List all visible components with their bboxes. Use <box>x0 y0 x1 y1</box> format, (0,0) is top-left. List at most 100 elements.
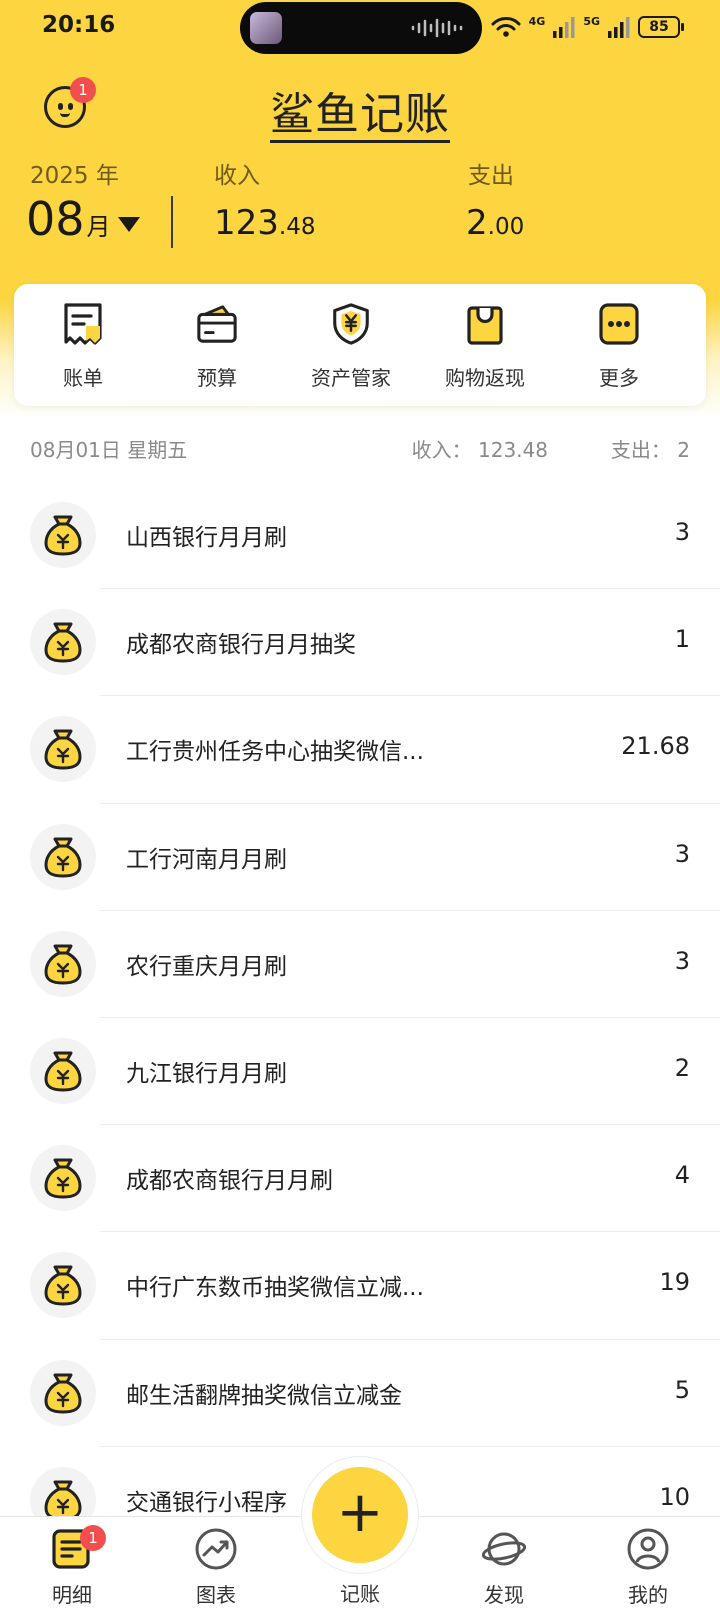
transaction-amount: 2 <box>674 1053 690 1082</box>
audio-wave-icon <box>411 18 463 38</box>
transaction-amount: 3 <box>674 518 690 546</box>
income-int: 123 <box>214 203 279 243</box>
planet-icon <box>482 1532 526 1566</box>
money-bag-icon <box>44 1373 82 1413</box>
transaction-row[interactable]: 工行河南月月刷 3 <box>0 804 720 911</box>
money-bag-icon <box>44 515 82 556</box>
tab-label: 发现 <box>484 1583 524 1607</box>
transaction-name: 邮生活翻牌抽奖微信立减金 <box>126 1382 402 1409</box>
add-record-label: 记账 <box>340 1582 380 1606</box>
tab-discover[interactable]: 发现 <box>432 1517 576 1612</box>
transaction-name: 工行贵州任务中心抽奖微信... <box>126 739 424 766</box>
transaction-amount: 5 <box>674 1375 690 1404</box>
shortcut-card: 账单 预算 资产管家 购物返现 更多 <box>14 284 706 406</box>
category-icon-wrap <box>30 1145 96 1212</box>
money-bag-icon <box>44 837 82 878</box>
shortcut-bill[interactable]: 账单 <box>14 284 152 406</box>
shortcut-budget[interactable]: 预算 <box>148 284 286 406</box>
income-total: 123.48 <box>214 203 315 243</box>
wifi-icon <box>491 17 521 37</box>
dynamic-island[interactable] <box>240 2 482 54</box>
money-bag-icon <box>44 944 82 985</box>
transaction-row[interactable]: 成都农商银行月月抽奖 1 <box>0 589 720 697</box>
transaction-amount: 3 <box>674 839 690 868</box>
month-value: 08 <box>26 192 85 246</box>
expense-dec: .00 <box>487 214 525 240</box>
transaction-name: 中行广东数币抽奖微信立减... <box>126 1275 424 1302</box>
shortcut-label: 更多 <box>599 366 639 390</box>
shortcut-assets[interactable]: 资产管家 <box>282 284 420 406</box>
transaction-amount: 10 <box>659 1482 690 1511</box>
category-icon-wrap <box>30 1252 96 1319</box>
user-profile-icon <box>627 1528 669 1570</box>
category-icon-wrap <box>30 1037 96 1104</box>
tab-detail[interactable]: 明细 <box>0 1517 144 1612</box>
month-selector[interactable]: 08月 <box>26 192 111 246</box>
month-unit: 月 <box>86 213 111 241</box>
transaction-row[interactable]: 邮生活翻牌抽奖微信立减金 5 <box>0 1340 720 1447</box>
money-bag-icon <box>44 1051 82 1092</box>
income-dec: .48 <box>278 214 316 240</box>
day-income: 收入： 123.48 <box>411 438 548 462</box>
money-bag-icon <box>44 729 82 770</box>
plus-icon: + <box>336 1480 384 1545</box>
tab-label: 我的 <box>628 1583 668 1607</box>
transaction-row[interactable]: 工行贵州任务中心抽奖微信... 21.68 <box>0 696 720 804</box>
transaction-name: 交通银行小程序 <box>126 1489 287 1516</box>
tab-label: 图表 <box>196 1583 236 1607</box>
app-title-text: 鲨鱼记账 <box>270 89 450 143</box>
status-bar: 20:16 4G 5G 85 <box>0 0 720 56</box>
network-5g-label: 5G <box>583 14 600 28</box>
transaction-amount: 21.68 <box>621 732 690 761</box>
money-bag-icon <box>44 1265 82 1306</box>
expense-total: 2.00 <box>466 203 524 243</box>
shortcut-cashback[interactable]: 购物返现 <box>416 284 554 406</box>
transaction-name: 成都农商银行月月刷 <box>126 1168 333 1195</box>
shopping-bag-icon <box>467 306 503 345</box>
day-date: 08月01日 星期五 <box>30 438 188 462</box>
transaction-name: 工行河南月月刷 <box>126 846 287 873</box>
transaction-row[interactable]: 农行重庆月月刷 3 <box>0 911 720 1018</box>
transaction-name: 山西银行月月刷 <box>126 525 287 551</box>
tab-label: 明细 <box>52 1583 92 1607</box>
status-indicators: 4G 5G 85 <box>491 12 684 42</box>
yuan-shield-icon <box>333 303 369 345</box>
transaction-row[interactable]: 山西银行月月刷 3 <box>0 482 720 590</box>
year-label[interactable]: 2025 年 <box>30 156 119 190</box>
category-icon-wrap <box>30 609 96 676</box>
shortcut-label: 资产管家 <box>311 366 391 390</box>
shortcut-label: 购物返现 <box>445 366 525 390</box>
battery-icon: 85 <box>638 16 684 38</box>
more-dots-icon <box>599 303 639 345</box>
transaction-amount: 19 <box>659 1268 690 1297</box>
expense-label: 支出 <box>468 163 514 189</box>
transaction-amount: 3 <box>674 946 690 975</box>
category-icon-wrap <box>30 823 96 890</box>
signal-icon <box>553 17 575 38</box>
shortcut-more[interactable]: 更多 <box>550 284 688 406</box>
transaction-name: 农行重庆月月刷 <box>126 953 287 980</box>
dropdown-arrow-icon[interactable] <box>118 217 140 232</box>
category-icon-wrap <box>30 502 96 568</box>
shortcut-label: 预算 <box>197 366 237 390</box>
transaction-row[interactable]: 成都农商银行月月刷 4 <box>0 1125 720 1233</box>
bill-icon <box>64 303 102 345</box>
day-summary: 08月01日 星期五 收入： 123.48 支出： 2 <box>0 430 720 466</box>
chart-trend-icon <box>195 1528 237 1570</box>
tab-mine[interactable]: 我的 <box>576 1517 720 1612</box>
income-label: 收入 <box>214 163 260 189</box>
transaction-amount: 1 <box>674 625 690 654</box>
category-icon-wrap <box>30 716 96 783</box>
signal-icon-2 <box>608 17 630 38</box>
add-record-button[interactable]: + <box>312 1467 408 1563</box>
header-divider <box>171 196 173 248</box>
transaction-row[interactable]: 九江银行月月刷 2 <box>0 1018 720 1126</box>
transaction-row[interactable]: 中行广东数币抽奖微信立减... 19 <box>0 1232 720 1340</box>
tab-chart[interactable]: 图表 <box>144 1517 288 1612</box>
budget-wallet-icon <box>197 305 237 343</box>
transaction-list: 山西银行月月刷 3 成都农商银行月月抽奖 1 工行贵州任务中心抽奖微信... 2… <box>0 482 720 1554</box>
media-thumbnail <box>250 12 282 44</box>
app-title: 鲨鱼记账 <box>0 78 720 143</box>
category-icon-wrap <box>30 930 96 997</box>
shortcut-label: 账单 <box>63 366 103 390</box>
